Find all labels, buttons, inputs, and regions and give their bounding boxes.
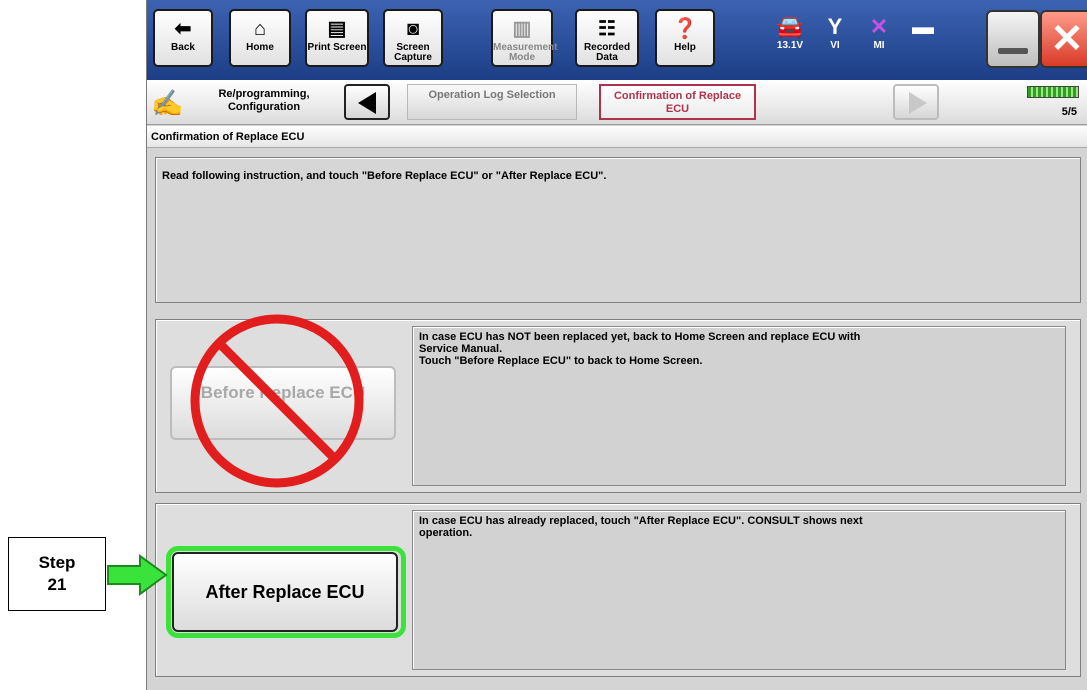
vi-connection-icon: Y: [827, 14, 843, 39]
help-button[interactable]: ❓ Help: [655, 9, 715, 67]
consult-window: ⬅ Back ⌂ Home ▤ Print Screen ◙ Screen Ca…: [146, 0, 1087, 690]
device-icon: ▬: [912, 14, 934, 39]
toolbar: ⬅ Back ⌂ Home ▤ Print Screen ◙ Screen Ca…: [147, 0, 1087, 80]
home-icon: ⌂: [253, 18, 267, 40]
instruction-panel: Read following instruction, and touch "B…: [155, 157, 1081, 303]
arrow-left-icon: [358, 92, 376, 114]
help-icon: ❓: [672, 18, 698, 40]
battery-voltage-status: 🚘 13.1V: [767, 14, 813, 51]
vi-status: Y VI: [815, 14, 855, 51]
device-status: ▬: [903, 14, 943, 40]
screen-capture-button[interactable]: ◙ Screen Capture: [383, 9, 443, 67]
before-replace-description: In case ECU has NOT been replaced yet, b…: [412, 326, 1066, 486]
back-button[interactable]: ⬅ Back: [153, 9, 213, 67]
measurement-icon: ▥: [512, 18, 532, 40]
close-button[interactable]: ✕: [1040, 10, 1087, 68]
home-button[interactable]: ⌂ Home: [229, 9, 291, 67]
step-tab-confirmation-of-replace-ecu: Confirmation of Replace ECU: [599, 84, 756, 120]
before-replace-panel: Before Replace ECU In case ECU has NOT b…: [155, 314, 1081, 493]
next-step-button[interactable]: [893, 84, 939, 120]
arrow-right-icon: [909, 92, 927, 114]
mi-disconnected-icon: ✕: [869, 14, 889, 39]
breadcrumb-title: Re/programming, Configuration: [218, 88, 310, 113]
instruction-text: Read following instruction, and touch "B…: [162, 170, 607, 182]
recorded-data-icon: ☷: [598, 18, 616, 40]
back-arrow-icon: ⬅: [174, 18, 192, 40]
after-replace-description: In case ECU has already replaced, touch …: [412, 510, 1066, 670]
step-callout: Step 21: [8, 537, 106, 611]
page-title: Confirmation of Replace ECU: [147, 126, 1087, 148]
progress-fill: [1028, 87, 1078, 97]
after-replace-panel: After Replace ECU In case ECU has alread…: [155, 503, 1081, 677]
minimize-icon: [998, 48, 1028, 54]
step-tab-operation-log-selection[interactable]: Operation Log Selection: [407, 84, 577, 120]
page-counter: 5/5: [1061, 106, 1077, 118]
measurement-mode-button[interactable]: ▥ Measurement Mode: [491, 9, 557, 67]
print-screen-button[interactable]: ▤ Print Screen: [305, 9, 369, 67]
recorded-data-button[interactable]: ☷ Recorded Data: [575, 9, 639, 67]
close-icon: ✕: [1050, 17, 1084, 61]
after-replace-ecu-button[interactable]: After Replace ECU: [172, 552, 398, 632]
mi-status: ✕ MI: [859, 14, 899, 51]
previous-step-button[interactable]: [344, 84, 390, 120]
prohibited-icon: [190, 314, 364, 488]
breadcrumb: ✍ Re/programming, Configuration Operatio…: [147, 80, 1087, 125]
car-icon: 🚘: [776, 14, 804, 39]
minimize-button[interactable]: [986, 10, 1040, 68]
green-arrow-icon: [107, 554, 168, 596]
camera-icon: ◙: [406, 18, 420, 40]
printer-icon: ▤: [327, 18, 347, 40]
step-progress: [955, 86, 1083, 98]
reprogramming-icon: ✍: [151, 88, 184, 118]
